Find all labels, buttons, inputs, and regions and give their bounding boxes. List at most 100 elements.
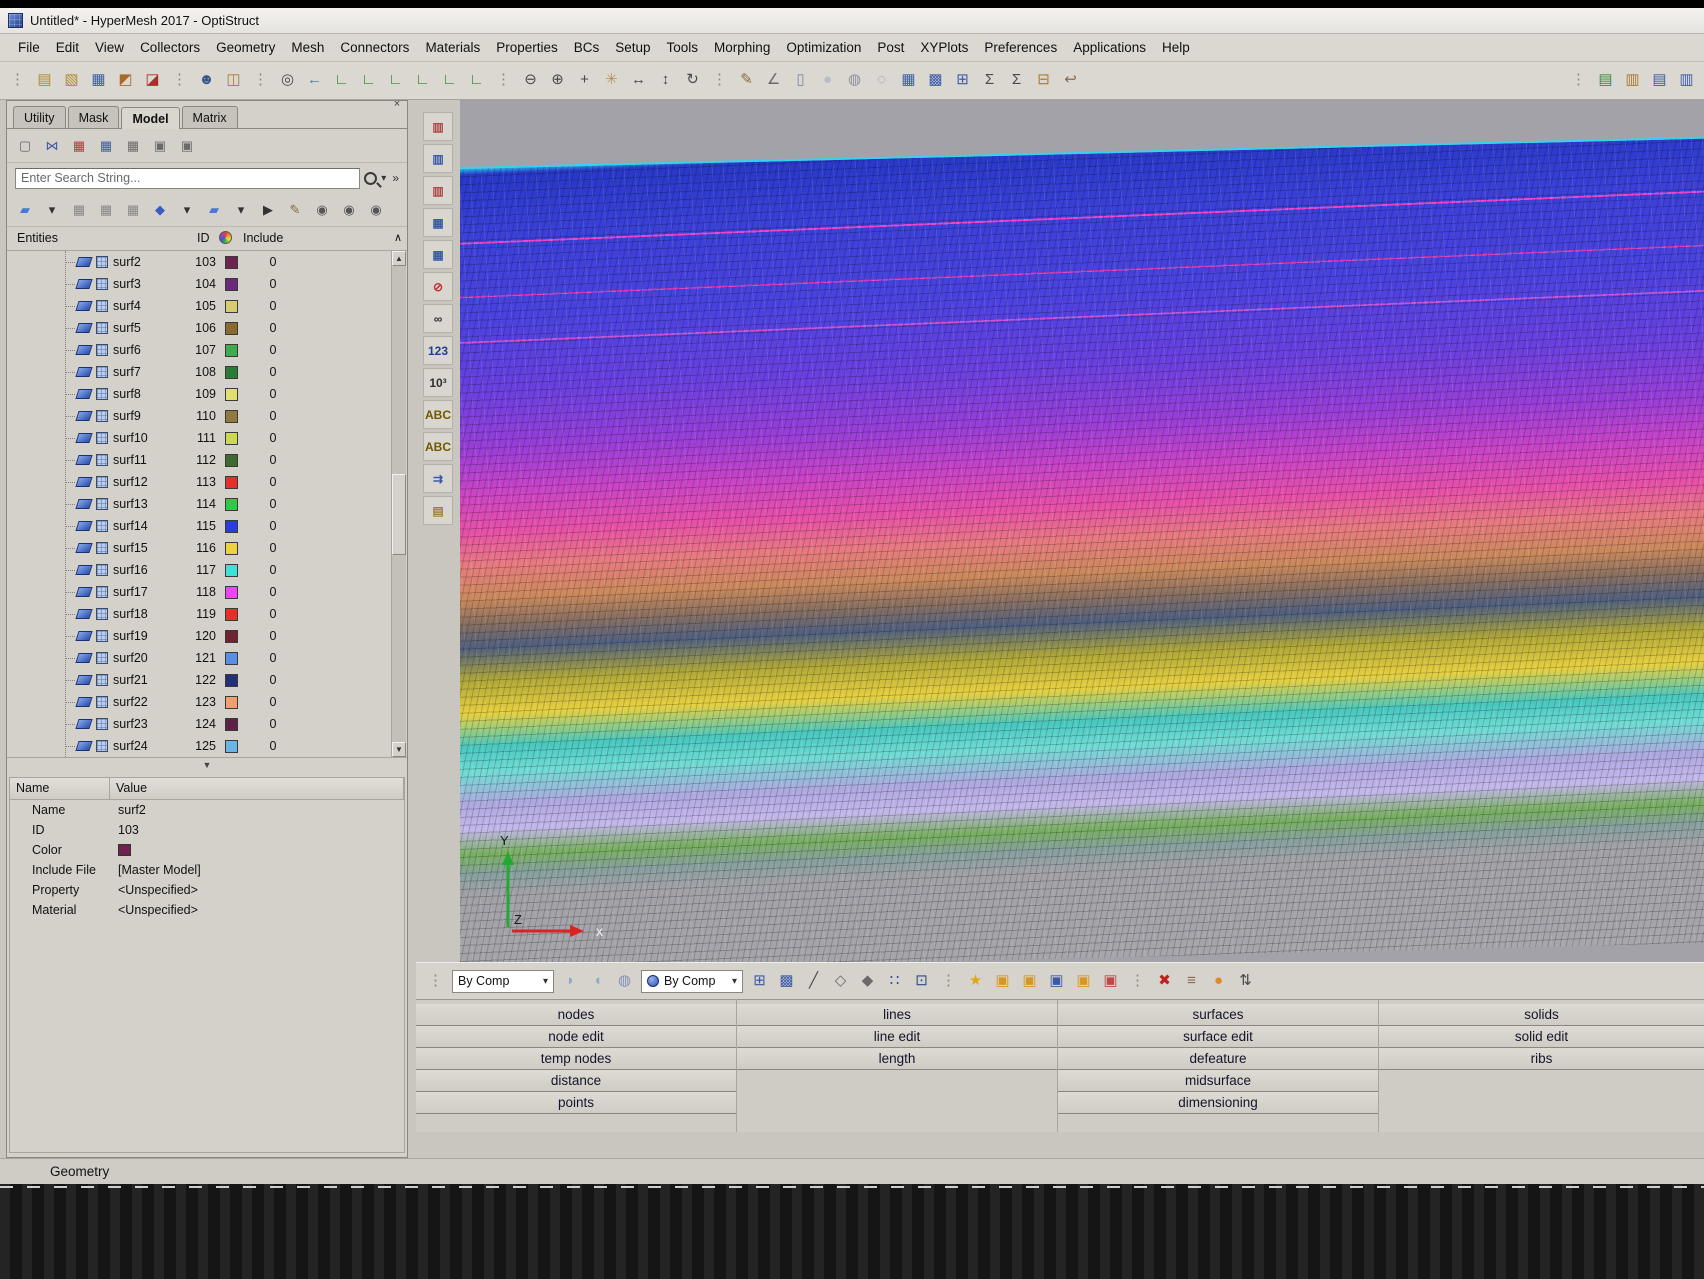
panel-item[interactable]: length [737,1048,1057,1070]
link-browser-icon[interactable]: ⋈ [40,134,64,158]
delete-x-icon[interactable]: ✖ [1151,968,1178,995]
eye-isolate-icon[interactable]: ◉ [364,198,388,222]
display-card-icon-3[interactable]: ▥ [423,176,453,205]
zoom-out-icon[interactable]: ⊖ [517,67,544,94]
feature-lines-icon[interactable]: ╱ [800,968,827,995]
stack-cubes-icon-2[interactable]: ▣ [175,134,199,158]
sort-summation-icon[interactable]: Σ [1003,67,1030,94]
stack-cubes-icon-1[interactable]: ▣ [148,134,172,158]
label-abc-icon[interactable]: ABC [423,400,453,429]
tree-row[interactable]: surf4 105 0 [7,295,391,317]
pan-hand-icon[interactable]: ✳ [598,67,625,94]
menu-item[interactable]: Properties [488,36,566,59]
eye-grid-icon-2[interactable]: ▦ [94,198,118,222]
scroll-list-icon[interactable]: ▤ [423,496,453,525]
scroll-up-button[interactable]: ▲ [392,251,406,266]
color-swatch[interactable] [225,673,238,687]
color-swatch[interactable] [225,431,238,445]
view-xz-icon[interactable]: ∟ [382,67,409,94]
surface-pair-icon[interactable]: ▰ [202,198,226,222]
menu-item[interactable]: Applications [1065,36,1154,59]
mesh-model[interactable] [460,136,1704,962]
color-swatch[interactable] [225,255,238,269]
tree-scrollbar[interactable]: ▲ ▼ [391,251,406,757]
color-swatch[interactable] [225,585,238,599]
clay-mode-icon[interactable]: ● [1205,968,1232,995]
node-display-icon[interactable]: ∷ [881,968,908,995]
tab-model[interactable]: Model [121,107,180,129]
entity-browser-icon[interactable]: ▥ [1619,67,1646,94]
display-grid-icon-1[interactable]: ▦ [423,208,453,237]
sketch-icon[interactable]: ✎ [733,67,760,94]
color-swatch[interactable] [225,717,238,731]
view-yx-icon[interactable]: ∟ [355,67,382,94]
color-swatch[interactable] [225,519,238,533]
color-swatch[interactable] [225,277,238,291]
hidden-line-sphere-icon[interactable]: ◌ [868,67,895,94]
drag-handle[interactable]: ⋮ [1565,67,1592,94]
color-swatch[interactable] [225,629,238,643]
label-abc-outline-icon[interactable]: ABC [423,432,453,461]
tree-scroll-down-strip[interactable]: ▼ [7,757,407,773]
tree-row[interactable]: surf13 114 0 [7,493,391,515]
paint-brush-icon[interactable]: ✎ [283,198,307,222]
element-view-icon[interactable]: ▩ [922,67,949,94]
wireframe-sphere-icon[interactable]: ◍ [841,67,868,94]
monitor-icon[interactable]: ⊡ [908,968,935,995]
tree-row[interactable]: surf3 104 0 [7,273,391,295]
organize-icon[interactable]: ◫ [220,67,247,94]
tree-row[interactable]: surf19 120 0 [7,625,391,647]
tab-mask[interactable]: Mask [67,106,120,128]
summation-icon[interactable]: Σ [976,67,1003,94]
view-yz-icon[interactable]: ∟ [436,67,463,94]
properties-name-header[interactable]: Name [10,778,110,799]
include-grid-icon[interactable]: ▦ [67,134,91,158]
display-card-icon-1[interactable]: ▥ [423,112,453,141]
menu-item[interactable]: Tools [659,36,707,59]
color-swatch[interactable] [225,453,238,467]
entity-folder-icon-1[interactable]: ▣ [989,968,1016,995]
tree-row[interactable]: surf14 115 0 [7,515,391,537]
zoom-in-icon[interactable]: ⊕ [544,67,571,94]
drag-handle[interactable]: ⋮ [422,968,449,995]
display-card-icon-2[interactable]: ▥ [423,144,453,173]
highlight-star-icon[interactable]: ★ [962,968,989,995]
panel-item[interactable]: temp nodes [416,1048,736,1070]
panel-item[interactable]: solids [1379,1004,1704,1026]
menu-item[interactable]: Optimization [778,36,869,59]
search-input[interactable] [15,167,361,189]
color-swatch[interactable] [225,299,238,313]
color-swatch[interactable] [225,343,238,357]
tree-row[interactable]: surf2 103 0 [7,251,391,273]
menu-item[interactable]: Mesh [283,36,332,59]
menu-item[interactable]: Preferences [976,36,1065,59]
toolbar-close-icon[interactable]: × [390,98,404,112]
entity-import-icon[interactable]: ▣ [1097,968,1124,995]
entity-type-icon[interactable]: ▢ [13,134,37,158]
tree-row[interactable]: surf22 123 0 [7,691,391,713]
menu-item[interactable]: Edit [48,36,87,59]
color-swatch[interactable] [225,695,238,709]
property-value[interactable]: surf2 [110,803,404,817]
component-grid-icon[interactable]: ▦ [94,134,118,158]
color-swatch[interactable] [225,475,238,489]
element-color-mode-combo[interactable]: By Comp ▾ [641,969,743,993]
panel-item[interactable]: line edit [737,1026,1057,1048]
menu-item[interactable]: BCs [566,36,608,59]
panel-item[interactable]: dimensioning [1058,1092,1378,1114]
display-grid-icon-2[interactable]: ▦ [423,240,453,269]
doc-list-icon[interactable]: ▥ [1673,67,1700,94]
find-binoculars-icon[interactable]: ∞ [423,304,453,333]
geometry-edges-icon[interactable]: ◍ [611,968,638,995]
surface-filter-icon[interactable]: ▰ [13,198,37,222]
entity-folder-icon-3[interactable]: ▣ [1043,968,1070,995]
user-profiles-icon[interactable]: ☻ [193,67,220,94]
menu-item[interactable]: Geometry [208,36,283,59]
tree-row[interactable]: surf6 107 0 [7,339,391,361]
property-value[interactable]: [Master Model] [110,863,404,877]
search-icon[interactable] [364,171,378,185]
geometry-color-mode-combo[interactable]: By Comp ▾ [452,969,554,993]
panel-item[interactable]: ribs [1379,1048,1704,1070]
tree-row[interactable]: surf21 122 0 [7,669,391,691]
tab-utility[interactable]: Utility [13,106,66,128]
